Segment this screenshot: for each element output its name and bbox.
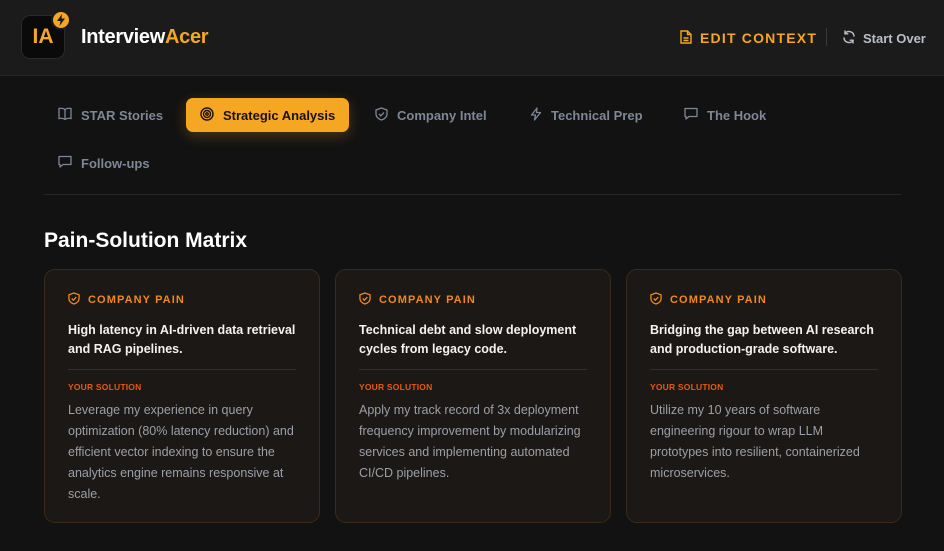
message-icon <box>58 155 72 171</box>
app-header: IA InterviewAcer EDIT CONTEXT Start Over <box>0 0 944 76</box>
tabs-divider <box>44 194 901 195</box>
edit-context-button[interactable]: EDIT CONTEXT <box>680 27 817 49</box>
pain-text: High latency in AI-driven data retrieval… <box>68 323 296 356</box>
refresh-icon <box>842 29 856 47</box>
pain-solution-card: COMPANY PAIN Technical debt and slow dep… <box>335 269 611 523</box>
book-icon <box>58 107 72 123</box>
pain-solution-card: COMPANY PAIN High latency in AI-driven d… <box>44 269 320 523</box>
brand-name-part1: Interview <box>81 26 165 48</box>
pain-header: COMPANY PAIN <box>68 292 296 308</box>
tab-technical-prep[interactable]: Technical Prep <box>516 98 657 132</box>
brand-name: InterviewAcer <box>81 26 209 49</box>
shield-check-icon <box>68 292 80 308</box>
start-over-button[interactable]: Start Over <box>842 27 926 49</box>
shield-check-icon <box>650 292 662 308</box>
pain-text: Technical debt and slow deployment cycle… <box>359 323 577 356</box>
tab-label: Technical Prep <box>551 107 643 123</box>
start-over-label: Start Over <box>863 30 926 46</box>
target-icon <box>200 106 214 124</box>
document-icon <box>680 29 692 47</box>
tab-label: Company Intel <box>397 107 487 123</box>
lightning-badge-icon <box>51 10 71 30</box>
pain-solution-card: COMPANY PAIN Bridging the gap between AI… <box>626 269 902 523</box>
solution-label: YOUR SOLUTION <box>68 382 142 392</box>
tab-follow-ups[interactable]: Follow-ups <box>44 146 164 180</box>
card-divider <box>68 369 296 370</box>
logo-text: IA <box>32 25 54 48</box>
tab-strategic-analysis[interactable]: Strategic Analysis <box>186 98 350 132</box>
header-divider <box>826 28 827 46</box>
tab-label: STAR Stories <box>81 107 164 123</box>
bolt-icon <box>530 106 542 124</box>
tab-the-hook[interactable]: The Hook <box>670 98 780 132</box>
pain-label: COMPANY PAIN <box>88 294 185 306</box>
tab-star-stories[interactable]: STAR Stories <box>44 98 177 132</box>
edit-context-label: EDIT CONTEXT <box>700 30 818 46</box>
message-icon <box>684 107 698 123</box>
card-divider <box>650 369 878 370</box>
section-title: Pain-Solution Matrix <box>44 229 248 252</box>
tab-label: The Hook <box>707 107 767 123</box>
pain-header: COMPANY PAIN <box>650 292 878 308</box>
tab-label: Strategic Analysis <box>223 107 336 123</box>
tab-label: Follow-ups <box>81 155 150 171</box>
solution-text: Apply my track record of 3x deployment f… <box>359 403 581 480</box>
shield-check-icon <box>359 292 371 308</box>
shield-icon <box>375 106 388 124</box>
solution-label: YOUR SOLUTION <box>650 382 724 392</box>
solution-text: Leverage my experience in query optimiza… <box>68 403 294 501</box>
brand-name-part2: Acer <box>165 26 209 48</box>
tab-company-intel[interactable]: Company Intel <box>361 98 501 132</box>
pain-text: Bridging the gap between AI research and… <box>650 323 874 356</box>
solution-label: YOUR SOLUTION <box>359 382 433 392</box>
pain-header: COMPANY PAIN <box>359 292 587 308</box>
card-divider <box>359 369 587 370</box>
pain-label: COMPANY PAIN <box>670 294 767 306</box>
pain-label: COMPANY PAIN <box>379 294 476 306</box>
solution-text: Utilize my 10 years of software engineer… <box>650 403 860 480</box>
